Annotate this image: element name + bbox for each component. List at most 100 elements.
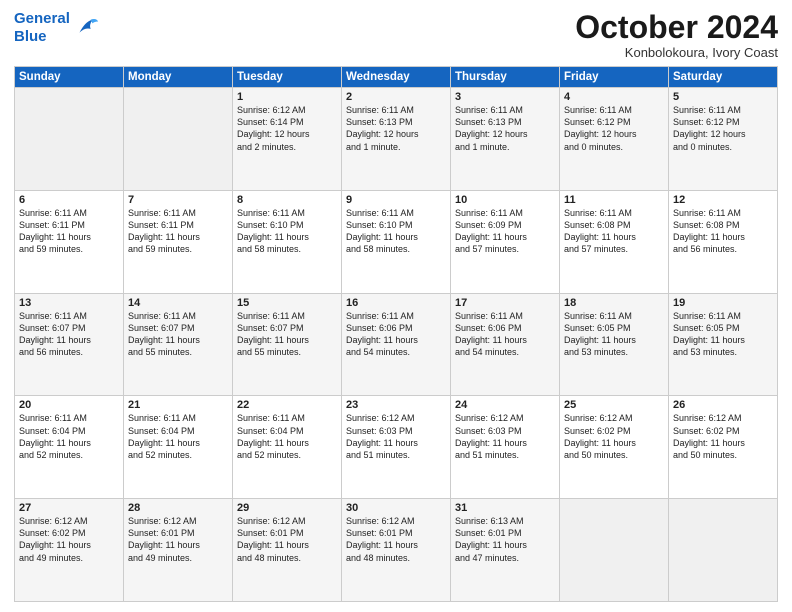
day-content: Sunrise: 6:12 AMSunset: 6:01 PMDaylight:… <box>128 515 228 564</box>
day-content: Sunrise: 6:11 AMSunset: 6:04 PMDaylight:… <box>128 412 228 461</box>
calendar-cell: 16Sunrise: 6:11 AMSunset: 6:06 PMDayligh… <box>342 293 451 396</box>
day-number: 2 <box>346 91 446 103</box>
calendar-cell: 15Sunrise: 6:11 AMSunset: 6:07 PMDayligh… <box>233 293 342 396</box>
day-number: 11 <box>564 194 664 206</box>
calendar-week-3: 13Sunrise: 6:11 AMSunset: 6:07 PMDayligh… <box>15 293 778 396</box>
calendar-cell: 23Sunrise: 6:12 AMSunset: 6:03 PMDayligh… <box>342 396 451 499</box>
calendar-week-4: 20 Sunrise: 6:11 AMSunset: 6:04 PMDayligh… <box>15 396 778 499</box>
day-content: Sunrise: 6:12 AMSunset: 6:02 PMDaylight:… <box>673 412 773 461</box>
calendar-table: SundayMondayTuesdayWednesdayThursdayFrid… <box>14 66 778 602</box>
calendar-cell: 9Sunrise: 6:11 AMSunset: 6:10 PMDaylight… <box>342 190 451 293</box>
calendar-cell: 2Sunrise: 6:11 AMSunset: 6:13 PMDaylight… <box>342 88 451 191</box>
calendar-cell: 11Sunrise: 6:11 AMSunset: 6:08 PMDayligh… <box>560 190 669 293</box>
calendar-cell: 19Sunrise: 6:11 AMSunset: 6:05 PMDayligh… <box>669 293 778 396</box>
calendar-cell: 20Sunrise: 6:11 AMSunset: 6:04 PMDayligh… <box>15 396 124 499</box>
calendar-week-2: 6Sunrise: 6:11 AMSunset: 6:11 PMDaylight… <box>15 190 778 293</box>
day-number: 15 <box>237 297 337 309</box>
calendar-cell: 25Sunrise: 6:12 AMSunset: 6:02 PMDayligh… <box>560 396 669 499</box>
day-content: Sunrise: 6:11 AMSunset: 6:08 PMDaylight:… <box>673 207 773 256</box>
weekday-header-sunday: Sunday <box>15 67 124 88</box>
day-content: Sunrise: 6:11 AMSunset: 6:10 PMDaylight:… <box>237 207 337 256</box>
day-content: Sunrise: 6:11 AMSunset: 6:12 PMDaylight:… <box>564 104 664 153</box>
day-number: 30 <box>346 502 446 514</box>
calendar-cell: 27Sunrise: 6:12 AMSunset: 6:02 PMDayligh… <box>15 499 124 602</box>
calendar-cell: 17Sunrise: 6:11 AMSunset: 6:06 PMDayligh… <box>451 293 560 396</box>
calendar-cell: 14Sunrise: 6:11 AMSunset: 6:07 PMDayligh… <box>124 293 233 396</box>
weekday-header-tuesday: Tuesday <box>233 67 342 88</box>
day-number: 20 <box>19 399 119 411</box>
calendar-cell <box>15 88 124 191</box>
day-content: Sunrise: 6:12 AMSunset: 6:01 PMDaylight:… <box>237 515 337 564</box>
day-number: 28 <box>128 502 228 514</box>
day-number: 6 <box>19 194 119 206</box>
calendar-cell: 24Sunrise: 6:12 AMSunset: 6:03 PMDayligh… <box>451 396 560 499</box>
day-number: 27 <box>19 502 119 514</box>
weekday-header-friday: Friday <box>560 67 669 88</box>
day-content: Sunrise: 6:11 AMSunset: 6:05 PMDaylight:… <box>564 310 664 359</box>
day-number: 18 <box>564 297 664 309</box>
day-number: 13 <box>19 297 119 309</box>
calendar-cell: 10Sunrise: 6:11 AMSunset: 6:09 PMDayligh… <box>451 190 560 293</box>
calendar-cell: 31Sunrise: 6:13 AMSunset: 6:01 PMDayligh… <box>451 499 560 602</box>
calendar-cell <box>124 88 233 191</box>
day-content: Sunrise: 6:13 AMSunset: 6:01 PMDaylight:… <box>455 515 555 564</box>
calendar-week-1: 1Sunrise: 6:12 AMSunset: 6:14 PMDaylight… <box>15 88 778 191</box>
calendar-cell: 29Sunrise: 6:12 AMSunset: 6:01 PMDayligh… <box>233 499 342 602</box>
day-content: Sunrise: 6:11 AMSunset: 6:13 PMDaylight:… <box>346 104 446 153</box>
calendar-week-5: 27Sunrise: 6:12 AMSunset: 6:02 PMDayligh… <box>15 499 778 602</box>
logo: General Blue <box>14 10 100 46</box>
calendar-cell: 28Sunrise: 6:12 AMSunset: 6:01 PMDayligh… <box>124 499 233 602</box>
day-content: Sunrise: 6:11 AMSunset: 6:11 PMDaylight:… <box>19 207 119 256</box>
calendar-cell: 5Sunrise: 6:11 AMSunset: 6:12 PMDaylight… <box>669 88 778 191</box>
day-content: Sunrise: 6:12 AMSunset: 6:02 PMDaylight:… <box>564 412 664 461</box>
location-subtitle: Konbolokoura, Ivory Coast <box>575 45 778 60</box>
day-number: 7 <box>128 194 228 206</box>
logo-line1: General <box>14 10 70 27</box>
day-number: 3 <box>455 91 555 103</box>
calendar-cell: 6Sunrise: 6:11 AMSunset: 6:11 PMDaylight… <box>15 190 124 293</box>
calendar-cell: 4Sunrise: 6:11 AMSunset: 6:12 PMDaylight… <box>560 88 669 191</box>
calendar-cell: 3Sunrise: 6:11 AMSunset: 6:13 PMDaylight… <box>451 88 560 191</box>
day-number: 10 <box>455 194 555 206</box>
day-content: Sunrise: 6:11 AMSunset: 6:11 PMDaylight:… <box>128 207 228 256</box>
day-number: 4 <box>564 91 664 103</box>
day-content: Sunrise: 6:11 AMSunset: 6:09 PMDaylight:… <box>455 207 555 256</box>
day-content: Sunrise: 6:12 AMSunset: 6:14 PMDaylight:… <box>237 104 337 153</box>
calendar-cell: 21Sunrise: 6:11 AMSunset: 6:04 PMDayligh… <box>124 396 233 499</box>
day-number: 31 <box>455 502 555 514</box>
day-number: 21 <box>128 399 228 411</box>
calendar-cell: 18Sunrise: 6:11 AMSunset: 6:05 PMDayligh… <box>560 293 669 396</box>
month-title: October 2024 <box>575 10 778 45</box>
weekday-header-monday: Monday <box>124 67 233 88</box>
day-number: 25 <box>564 399 664 411</box>
day-number: 9 <box>346 194 446 206</box>
calendar-page: General Blue October 2024 Konbolokoura, … <box>0 0 792 612</box>
day-content: Sunrise: 6:11 AMSunset: 6:07 PMDaylight:… <box>237 310 337 359</box>
day-number: 29 <box>237 502 337 514</box>
day-content: Sunrise: 6:11 AMSunset: 6:07 PMDaylight:… <box>128 310 228 359</box>
day-number: 17 <box>455 297 555 309</box>
day-number: 26 <box>673 399 773 411</box>
day-content: Sunrise: 6:11 AMSunset: 6:12 PMDaylight:… <box>673 104 773 153</box>
calendar-cell: 22Sunrise: 6:11 AMSunset: 6:04 PMDayligh… <box>233 396 342 499</box>
day-number: 8 <box>237 194 337 206</box>
weekday-header-saturday: Saturday <box>669 67 778 88</box>
day-content: Sunrise: 6:11 AMSunset: 6:08 PMDaylight:… <box>564 207 664 256</box>
day-content: Sunrise: 6:11 AMSunset: 6:13 PMDaylight:… <box>455 104 555 153</box>
day-number: 5 <box>673 91 773 103</box>
logo-text: General Blue <box>14 10 70 46</box>
logo-line2: Blue <box>14 28 47 45</box>
calendar-cell: 30Sunrise: 6:12 AMSunset: 6:01 PMDayligh… <box>342 499 451 602</box>
day-content: Sunrise: 6:11 AMSunset: 6:07 PMDaylight:… <box>19 310 119 359</box>
calendar-cell <box>560 499 669 602</box>
day-content: Sunrise: 6:12 AMSunset: 6:03 PMDaylight:… <box>455 412 555 461</box>
day-number: 23 <box>346 399 446 411</box>
day-number: 12 <box>673 194 773 206</box>
day-content: Sunrise: 6:11 AMSunset: 6:10 PMDaylight:… <box>346 207 446 256</box>
day-number: 14 <box>128 297 228 309</box>
day-content: Sunrise: 6:11 AMSunset: 6:06 PMDaylight:… <box>346 310 446 359</box>
weekday-header-thursday: Thursday <box>451 67 560 88</box>
day-content: Sunrise: 6:12 AMSunset: 6:01 PMDaylight:… <box>346 515 446 564</box>
calendar-cell: 13Sunrise: 6:11 AMSunset: 6:07 PMDayligh… <box>15 293 124 396</box>
day-number: 22 <box>237 399 337 411</box>
